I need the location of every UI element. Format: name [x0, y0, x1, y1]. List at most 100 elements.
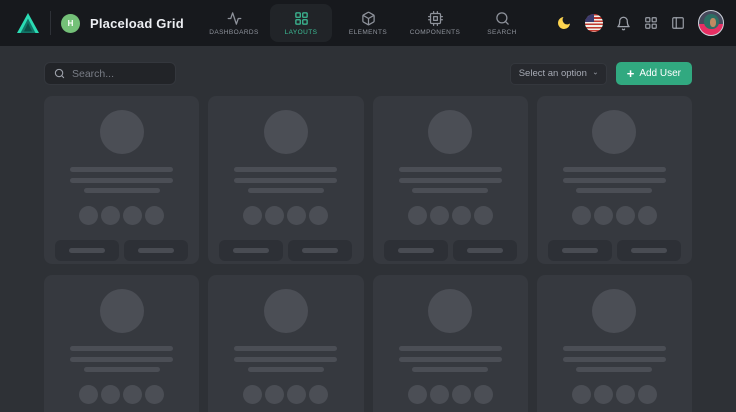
placeholder-card: [208, 96, 363, 264]
add-user-button[interactable]: + Add User: [616, 62, 692, 85]
placeholder-card: [44, 96, 199, 264]
dot-placeholder: [243, 385, 262, 404]
nav-item-layouts[interactable]: Layouts: [270, 4, 332, 42]
nav-item-components[interactable]: Components: [404, 4, 466, 42]
dot-placeholder: [474, 385, 493, 404]
page-title: Placeload Grid: [90, 16, 184, 31]
main-nav: Dashboards Layouts Elements Components S…: [203, 0, 533, 46]
button-placeholder[interactable]: [384, 240, 448, 261]
dot-placeholder: [474, 206, 493, 225]
dots-placeholder-row: [408, 385, 493, 404]
dots-placeholder-row: [79, 206, 164, 225]
dot-placeholder: [265, 385, 284, 404]
text-line-placeholder: [563, 178, 666, 183]
nav-label: Layouts: [285, 29, 318, 36]
dots-placeholder-row: [243, 385, 328, 404]
user-avatar[interactable]: [698, 10, 724, 36]
dot-placeholder: [408, 206, 427, 225]
text-line-placeholder: [563, 167, 666, 172]
button-placeholder[interactable]: [219, 240, 283, 261]
dot-placeholder: [616, 206, 635, 225]
dot-placeholder: [638, 385, 657, 404]
avatar-placeholder: [428, 289, 472, 333]
text-line-short-placeholder: [248, 367, 324, 372]
activity-icon: [227, 11, 242, 26]
nav-label: Elements: [349, 29, 387, 36]
dot-placeholder: [309, 385, 328, 404]
dot-placeholder: [572, 206, 591, 225]
nav-item-search[interactable]: Search: [471, 4, 533, 42]
search-icon: [54, 68, 65, 79]
nav-label: Search: [487, 29, 517, 36]
button-bar-placeholder: [631, 248, 667, 253]
text-line-short-placeholder: [576, 367, 652, 372]
workspace-chip[interactable]: H: [61, 14, 80, 33]
avatar-placeholder: [264, 289, 308, 333]
text-line-placeholder: [70, 346, 173, 351]
nav-label: Components: [410, 29, 461, 36]
text-line-placeholder: [399, 346, 502, 351]
apps-button[interactable]: [644, 16, 658, 30]
text-line-short-placeholder: [84, 367, 160, 372]
placeholder-card: [373, 275, 528, 412]
text-line-short-placeholder: [412, 367, 488, 372]
dot-placeholder: [265, 206, 284, 225]
button-bar-placeholder: [467, 248, 503, 253]
text-line-placeholder: [234, 346, 337, 351]
button-placeholder[interactable]: [453, 240, 517, 261]
dots-placeholder-row: [408, 206, 493, 225]
search-input[interactable]: [72, 68, 166, 80]
dot-placeholder: [101, 206, 120, 225]
notifications-button[interactable]: [616, 16, 631, 31]
chevron-down-icon: [593, 69, 598, 78]
text-line-short-placeholder: [84, 188, 160, 193]
cpu-icon: [428, 11, 443, 26]
search-box[interactable]: [44, 62, 176, 85]
language-button[interactable]: [585, 14, 603, 32]
button-placeholder[interactable]: [288, 240, 352, 261]
text-line-placeholder: [563, 357, 666, 362]
text-line-short-placeholder: [576, 188, 652, 193]
button-bar-placeholder: [302, 248, 338, 253]
button-placeholder[interactable]: [548, 240, 612, 261]
dot-placeholder: [123, 206, 142, 225]
button-placeholder[interactable]: [617, 240, 681, 261]
button-bar-placeholder: [233, 248, 269, 253]
dot-placeholder: [430, 206, 449, 225]
card-actions: [384, 240, 517, 261]
option-select[interactable]: Select an option: [510, 63, 607, 85]
dot-placeholder: [145, 385, 164, 404]
card-actions: [219, 240, 352, 261]
text-line-placeholder: [234, 357, 337, 362]
avatar-placeholder: [100, 289, 144, 333]
nav-item-dashboards[interactable]: Dashboards: [203, 4, 265, 42]
placeholder-card: [373, 96, 528, 264]
dot-placeholder: [452, 385, 471, 404]
button-placeholder[interactable]: [55, 240, 119, 261]
dot-placeholder: [145, 206, 164, 225]
dots-placeholder-row: [243, 206, 328, 225]
box-icon: [361, 11, 376, 26]
theme-toggle-button[interactable]: [556, 15, 572, 31]
nav-item-elements[interactable]: Elements: [337, 4, 399, 42]
navbar-right: [556, 10, 726, 36]
toolbar: Select an option + Add User: [44, 62, 692, 85]
dot-placeholder: [594, 385, 613, 404]
button-placeholder[interactable]: [124, 240, 188, 261]
text-line-placeholder: [70, 357, 173, 362]
dot-placeholder: [243, 206, 262, 225]
dot-placeholder: [452, 206, 471, 225]
sidebar-toggle-button[interactable]: [671, 16, 685, 30]
text-line-placeholder: [563, 346, 666, 351]
placeholder-card: [537, 96, 692, 264]
avatar-placeholder: [592, 110, 636, 154]
text-line-placeholder: [399, 357, 502, 362]
card-actions: [55, 240, 188, 261]
select-value: Select an option: [519, 68, 587, 79]
navbar-left: H Placeload Grid: [10, 11, 184, 35]
dot-placeholder: [638, 206, 657, 225]
plus-icon: +: [627, 67, 635, 80]
dots-placeholder-row: [572, 206, 657, 225]
app-logo-icon[interactable]: [16, 12, 40, 34]
dot-placeholder: [101, 385, 120, 404]
